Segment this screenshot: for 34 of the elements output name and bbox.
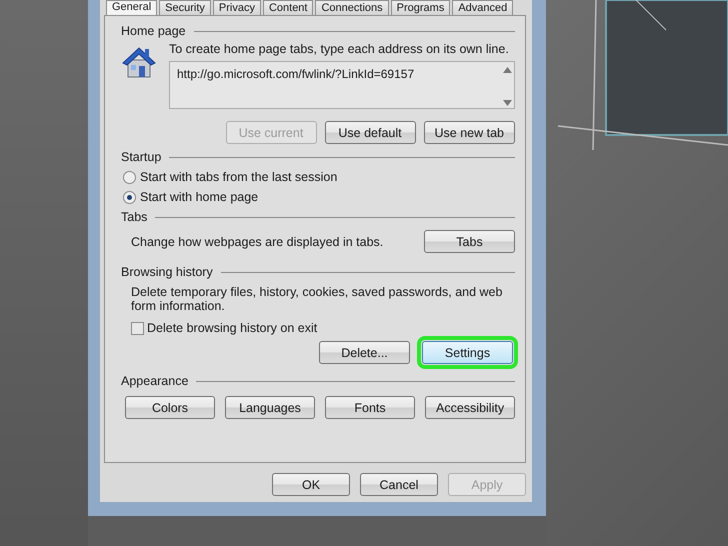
radio-button[interactable] — [123, 190, 136, 204]
section-heading: Appearance — [121, 374, 188, 388]
tab[interactable]: Content — [262, 0, 314, 15]
option-label[interactable]: Start with home page — [140, 190, 258, 204]
button[interactable]: Use default — [324, 121, 416, 144]
section-heading: Tabs — [121, 210, 148, 224]
button[interactable]: OK — [272, 473, 350, 496]
section-heading: Startup — [121, 150, 162, 164]
section-heading: Browsing history — [121, 265, 213, 279]
button[interactable]: Colors — [125, 396, 215, 419]
radio-button[interactable] — [123, 170, 136, 184]
button[interactable]: Delete... — [319, 341, 410, 364]
tab[interactable]: Advanced — [452, 0, 514, 15]
instruction-text: To create home page tabs, type each address on its own line. — [169, 42, 510, 56]
scroll-up-icon[interactable] — [503, 67, 512, 73]
button[interactable]: Fonts — [325, 396, 415, 419]
tab[interactable]: Privacy — [212, 0, 261, 15]
button[interactable]: Cancel — [360, 473, 438, 496]
address-field[interactable]: http://go.microsoft.com/fwlink/?LinkId=69157 — [169, 61, 515, 109]
button[interactable]: Accessibility — [425, 396, 515, 419]
button[interactable]: Use new tab — [424, 121, 515, 144]
tab[interactable]: General — [106, 0, 158, 15]
button[interactable]: Languages — [225, 396, 315, 419]
description-text: Change how webpages are displayed in tabs. — [131, 234, 384, 248]
scroll-down-icon[interactable] — [503, 100, 512, 106]
button[interactable]: Tabs — [424, 230, 515, 253]
tab[interactable]: Programs — [390, 0, 450, 15]
tab[interactable]: Connections — [315, 0, 389, 15]
tab[interactable]: Security — [159, 0, 211, 15]
description-text: Delete temporary files, history, cookies, saved passwords, and web form information. — [130, 285, 504, 313]
option-label[interactable]: Start with tabs from the last session — [140, 170, 338, 184]
checkbox-label[interactable]: Delete browsing history on exit — [147, 321, 318, 335]
section-heading: Home page — [121, 24, 186, 38]
checkbox[interactable] — [131, 322, 144, 334]
